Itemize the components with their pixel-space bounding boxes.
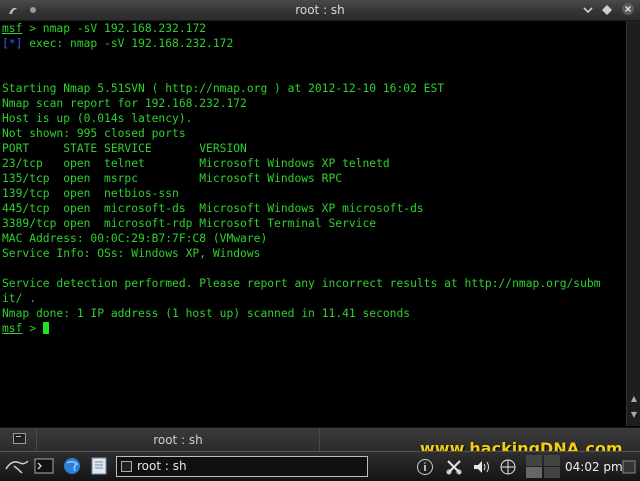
browser-globe-icon[interactable] [63,457,81,475]
scroll-down-icon[interactable]: ▼ [627,409,640,421]
terminal-text: Service detection performed. Please repo… [2,277,601,290]
terminal-text: Host is up (0.014s latency). [2,112,193,125]
terminal-line: Service Info: OSs: Windows XP, Windows [2,246,626,261]
terminal-text: Nmap scan report for 192.168.232.172 [2,97,247,110]
terminal-scrollbar[interactable]: ▲ ▼ [626,21,640,426]
terminal-text: PORT STATE SERVICE VERSION [2,142,247,155]
terminal-line: Nmap done: 1 IP address (1 host up) scan… [2,306,626,321]
tools-icon[interactable] [445,458,463,480]
terminal-line: Service detection performed. Please repo… [2,276,626,291]
terminal-line: Nmap scan report for 192.168.232.172 [2,96,626,111]
terminal-text: Nmap done: 1 IP address (1 host up) scan… [2,307,411,320]
terminal-line: MAC Address: 00:0C:29:B7:7F:C8 (VMware) [2,231,626,246]
show-desktop-icon[interactable] [622,459,636,474]
terminal-line: 445/tcp open microsoft-ds Microsoft Wind… [2,201,626,216]
terminal-text: exec: nmap -sV 192.168.232.172 [22,37,234,50]
terminal-text: Not shown: 995 closed ports [2,127,186,140]
terminal-text: 3389/tcp open microsoft-rdp Microsoft Te… [2,217,377,230]
taskbar-window-button[interactable]: root : sh [116,456,368,477]
prompt-label: msf [2,322,23,335]
prompt-label: msf [2,22,23,35]
terminal-line: Host is up (0.014s latency). [2,111,626,126]
terminal-text: 135/tcp open msrpc Microsoft Windows RPC [2,172,343,185]
terminal-line: Starting Nmap 5.51SVN ( http://nmap.org … [2,81,626,96]
workspace-pager[interactable] [526,455,560,478]
terminal-line: 139/tcp open netbios-ssn [2,186,626,201]
terminal-line: msf > [2,321,626,336]
taskbar: root : sh 04:02 pm [0,451,640,481]
tab-root-sh[interactable]: root : sh [36,428,320,452]
terminal-output[interactable]: msf > nmap -sV 192.168.232.172 [*] exec: … [0,21,626,426]
maximize-icon[interactable] [600,3,614,17]
terminal-line: msf > nmap -sV 192.168.232.172 [2,21,626,36]
terminal-lines: msf > nmap -sV 192.168.232.172 [*] exec: … [0,21,626,336]
workspace-4[interactable] [544,467,560,478]
network-icon[interactable] [498,458,518,480]
volume-icon[interactable] [472,458,492,480]
terminal-text: > [22,322,43,335]
text-editor-icon[interactable] [90,457,108,475]
terminal-line: 23/tcp open telnet Microsoft Windows XP … [2,156,626,171]
terminal-line: PORT STATE SERVICE VERSION [2,141,626,156]
terminal-text: > nmap -sV 192.168.232.172 [22,22,207,35]
info-icon[interactable] [416,458,434,480]
terminal-text: 445/tcp open microsoft-ds Microsoft Wind… [2,202,424,215]
info-marker: [*] [2,37,23,50]
clock[interactable]: 04:02 pm [565,460,623,474]
window-titlebar[interactable]: root : sh [0,0,640,21]
close-icon[interactable] [622,3,634,15]
terminal-text: Starting Nmap 5.51SVN ( http://nmap.org … [2,82,445,95]
terminal-icon[interactable] [34,457,54,475]
terminal-line: it/ . [2,291,626,306]
taskbar-window-label: root : sh [137,459,187,473]
kali-dragon-icon[interactable] [4,457,30,475]
terminal-cursor [42,322,49,334]
terminal-text: it/ . [2,292,37,305]
terminal-text: 23/tcp open telnet Microsoft Windows XP … [2,157,390,170]
terminal-text: MAC Address: 00:0C:29:B7:7F:C8 (VMware) [2,232,268,245]
workspace-1[interactable] [526,455,542,466]
terminal-small-icon [121,461,132,472]
tab-label: root : sh [153,433,203,447]
terminal-text: 139/tcp open netbios-ssn [2,187,179,200]
terminal-line: [*] exec: nmap -sV 192.168.232.172 [2,36,626,51]
workspace-3[interactable] [526,467,542,478]
window-title: root : sh [295,3,345,17]
scroll-up-icon[interactable]: ▲ [627,393,640,405]
terminal-line: Not shown: 995 closed ports [2,126,626,141]
chevron-down-icon[interactable] [581,3,595,17]
workspace-2[interactable] [544,455,560,466]
terminal-line: 135/tcp open msrpc Microsoft Windows RPC [2,171,626,186]
terminal-text: Service Info: OSs: Windows XP, Windows [2,247,261,260]
terminal-line: 3389/tcp open microsoft-rdp Microsoft Te… [2,216,626,231]
new-tab-icon[interactable] [13,433,26,444]
